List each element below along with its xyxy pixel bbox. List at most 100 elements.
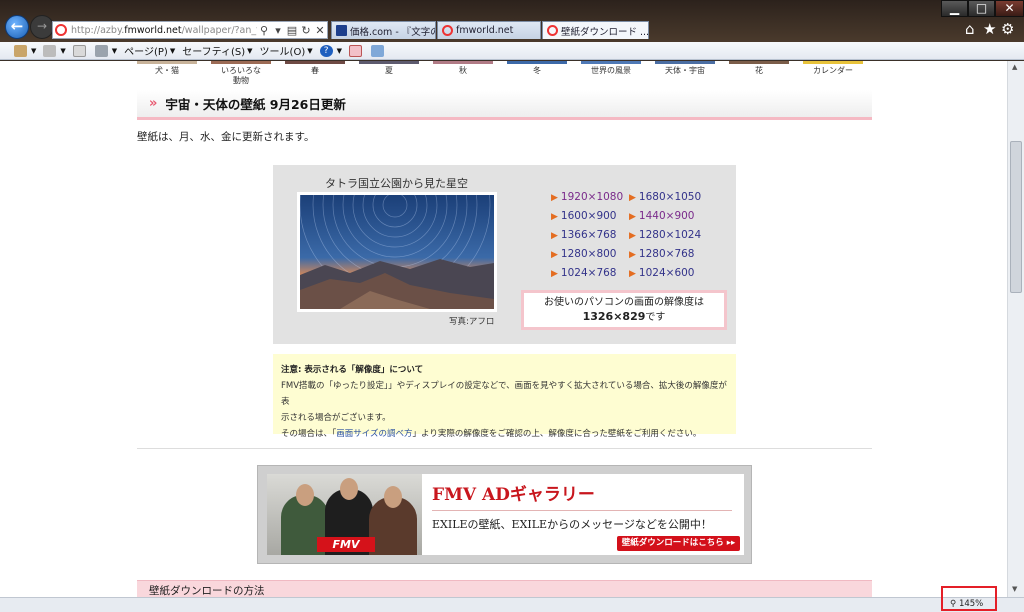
resolution-link[interactable]: ▶ 1280×768 xyxy=(629,248,701,267)
star-trails-image xyxy=(299,109,494,309)
tab-fmworld[interactable]: fmworld.net xyxy=(437,21,541,39)
screen-size-guide-link[interactable]: 画面サイズの調べ方 xyxy=(336,429,412,439)
dropdown-icon[interactable]: ▾ xyxy=(271,24,285,37)
stop-icon[interactable]: ✕ xyxy=(313,24,327,37)
forward-arrow-icon: → xyxy=(36,19,48,33)
category-summer[interactable]: 夏 xyxy=(359,61,419,76)
category-flowers[interactable]: 花 xyxy=(729,61,789,76)
site-favicon-icon xyxy=(55,24,67,36)
safety-menu[interactable]: セーフティ(S) ▼ xyxy=(182,43,252,59)
research-button[interactable] xyxy=(349,44,364,57)
search-icon[interactable]: ⚲ xyxy=(257,24,271,37)
maximize-button[interactable]: □ xyxy=(968,0,995,17)
category-nav: 犬・猫 いろいろな 動物 春 夏 秋 冬 世界の風景 天体・宇宙 花 カレンダー xyxy=(137,61,872,89)
category-label: 春 xyxy=(311,66,319,75)
caution-heading: 注意: 表示される「解像度」について xyxy=(281,365,424,375)
category-label: カレンダー xyxy=(813,66,853,75)
resolution-link[interactable]: ▶ 1024×600 xyxy=(629,267,701,286)
category-label: 天体・宇宙 xyxy=(665,66,705,75)
triangle-bullet-icon: ▶ xyxy=(551,269,558,279)
resolution-link[interactable]: ▶ 1680×1050 xyxy=(629,191,701,210)
close-window-button[interactable]: ✕ xyxy=(995,0,1024,17)
resolution-link[interactable]: ▶ 1280×1024 xyxy=(629,229,701,248)
feeds-menu[interactable]: ▼ xyxy=(43,44,66,57)
printer-icon xyxy=(94,44,108,57)
ad-body-text: EXILEの壁紙、EXILEからのメッセージなどを公開中！ xyxy=(432,518,712,531)
wallpaper-thumbnail[interactable] xyxy=(297,109,497,312)
print-menu[interactable]: ▼ xyxy=(94,44,117,57)
wallpaper-download-button[interactable]: 壁紙ダウンロードはこちら ▸▸ xyxy=(617,536,740,551)
resolution-caution-box: 注意: 表示される「解像度」について FMV搭載の「ゆったり設定」」やディスプレ… xyxy=(273,354,736,439)
category-calendar[interactable]: カレンダー xyxy=(803,61,863,76)
page-menu[interactable]: ページ(P) ▼ xyxy=(124,43,175,59)
fmv-logo: FMV xyxy=(317,537,375,552)
fmworld-favicon-icon xyxy=(442,25,453,36)
resolution-link[interactable]: ▶ 1600×900 xyxy=(551,210,623,229)
minimize-button[interactable]: ▁ xyxy=(941,0,968,17)
scroll-down-icon[interactable]: ▼ xyxy=(1012,585,1017,593)
page-content: 犬・猫 いろいろな 動物 春 夏 秋 冬 世界の風景 天体・宇宙 花 カレンダー… xyxy=(137,61,872,597)
scroll-thumb[interactable] xyxy=(1010,141,1022,293)
content-divider xyxy=(137,448,872,449)
command-bar: ▼ ▼ ▼ ページ(P) ▼ セーフティ(S) ▼ ツール(O) ▼ ? ▼ xyxy=(0,42,1024,60)
tab-label: fmworld.net xyxy=(456,25,514,36)
category-label: 秋 xyxy=(459,66,467,75)
tools-menu[interactable]: ツール(O) ▼ xyxy=(260,43,313,59)
back-button[interactable]: ← xyxy=(5,15,29,39)
your-resolution-label: お使いのパソコンの画面の解像度は xyxy=(544,297,704,308)
resolution-link[interactable]: ▶ 1366×768 xyxy=(551,229,623,248)
forward-button[interactable]: → xyxy=(30,15,54,39)
wallpaper-panel: タトラ国立公園から見た星空 写真:アフロ ▶ 1920×1080 ▶ 1600×… xyxy=(273,109,736,344)
triangle-bullet-icon: ▶ xyxy=(551,193,558,203)
photo-credit: 写真:アフロ xyxy=(449,317,495,327)
resolution-link[interactable]: ▶ 1024×768 xyxy=(551,267,623,286)
wallpaper-title: タトラ国立公園から見た星空 xyxy=(325,177,468,190)
mail-icon xyxy=(72,44,86,57)
category-dogs-cats[interactable]: 犬・猫 xyxy=(137,61,197,76)
compat-view-icon[interactable]: ▤ xyxy=(285,24,299,37)
help-menu[interactable]: ? ▼ xyxy=(319,44,342,57)
resolution-column-left: ▶ 1920×1080 ▶ 1600×900 ▶ 1366×768 ▶ 1280×800… xyxy=(551,191,623,286)
category-spring[interactable]: 春 xyxy=(285,61,345,76)
triangle-bullet-icon: ▶ xyxy=(629,269,636,279)
category-winter[interactable]: 冬 xyxy=(507,61,567,76)
your-resolution-value: 1326×829 xyxy=(582,310,646,323)
page-menu-label: ページ(P) xyxy=(124,47,168,58)
category-space[interactable]: 天体・宇宙 xyxy=(655,61,715,76)
category-animals[interactable]: いろいろな 動物 xyxy=(211,61,271,86)
category-label: 花 xyxy=(755,66,763,75)
blog-button[interactable] xyxy=(371,44,386,57)
resolution-link[interactable]: ▶ 1280×800 xyxy=(551,248,623,267)
settings-gear-icon[interactable]: ⚙ xyxy=(1001,20,1014,38)
fmv-ad-gallery-banner[interactable]: FMV FMV ADギャラリー EXILEの壁紙、EXILEからのメッセージなど… xyxy=(257,465,752,564)
category-label: いろいろな 動物 xyxy=(221,66,261,85)
zoom-highlight-box xyxy=(941,586,997,611)
mail-button[interactable] xyxy=(72,44,88,57)
home-icon[interactable]: ⌂ xyxy=(965,20,975,38)
resolution-link[interactable]: ▶ 1920×1080 xyxy=(551,191,623,210)
tab-kakaku[interactable]: 価格.com - 『文字の... xyxy=(331,21,436,39)
category-autumn[interactable]: 秋 xyxy=(433,61,493,76)
tab-wallpaper[interactable]: 壁紙ダウンロード ... ✕ xyxy=(542,21,649,39)
refresh-icon[interactable]: ↻ xyxy=(299,24,313,37)
scroll-up-icon[interactable]: ▲ xyxy=(1012,63,1017,71)
favorites-star-icon[interactable]: ★ xyxy=(983,20,996,38)
page-viewport: 犬・猫 いろいろな 動物 春 夏 秋 冬 世界の風景 天体・宇宙 花 カレンダー… xyxy=(0,61,1024,597)
category-label: 世界の風景 xyxy=(591,66,631,75)
address-bar[interactable]: http://azby.fmworld.net/wallpaper/?an_to… xyxy=(52,21,328,39)
resolution-link[interactable]: ▶ 1440×900 xyxy=(629,210,701,229)
section-title: 宇宙・天体の壁紙 9月26日更新 xyxy=(165,97,346,112)
vertical-scrollbar[interactable]: ▲ ▼ xyxy=(1007,61,1024,597)
tab-label: 価格.com - 『文字の... xyxy=(350,26,435,38)
triangle-bullet-icon: ▶ xyxy=(551,231,558,241)
triangle-bullet-icon: ▶ xyxy=(629,250,636,260)
research-icon xyxy=(349,44,363,57)
home-menu[interactable]: ▼ xyxy=(14,44,36,57)
kakaku-favicon-icon xyxy=(336,25,347,36)
url-text[interactable]: http://azby.fmworld.net/wallpaper/?an_to… xyxy=(71,25,257,36)
your-resolution-box: お使いのパソコンの画面の解像度は 1326×829です xyxy=(521,290,727,330)
category-world-scenery[interactable]: 世界の風景 xyxy=(581,61,641,76)
caution-text: 示される場合がございます。 xyxy=(281,413,391,423)
exile-photo: FMV xyxy=(267,474,422,555)
ad-title: FMV ADギャラリー xyxy=(432,485,595,505)
